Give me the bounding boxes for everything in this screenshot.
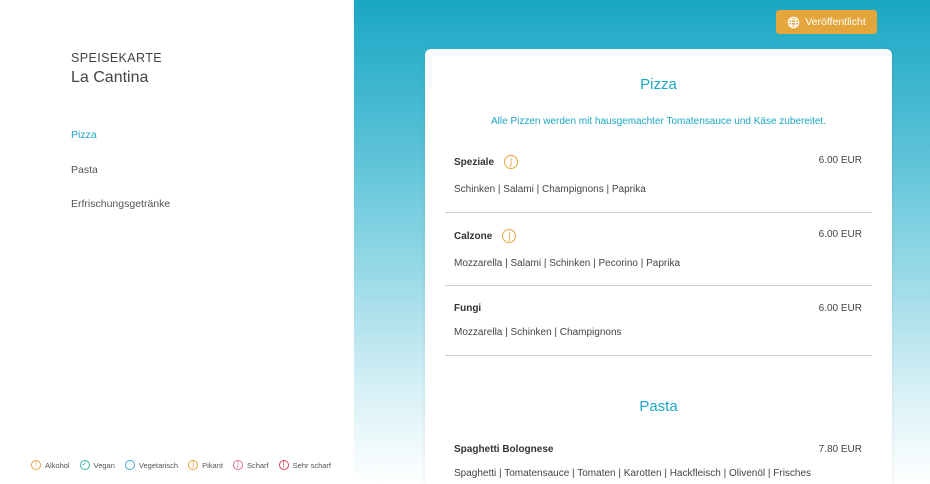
dish-name-row: Speziale ʃ (454, 155, 519, 169)
legend-item-sehr-scharf: ʃ Sehr scharf (278, 460, 331, 470)
pikant-icon: ʃ (188, 460, 199, 470)
dish-name-row: Calzone ʃ (454, 229, 517, 243)
vegan-icon: ✓ (79, 460, 90, 470)
legend-item-vegetarisch: ◌ Vegetarisch (124, 460, 179, 470)
dish-ingredients: Mozzarella | Salami | Schinken | Pecorin… (454, 258, 681, 269)
sehr-scharf-icon: ʃ (278, 460, 289, 470)
section-title: Pasta (639, 398, 678, 415)
divider (445, 285, 872, 286)
dish-name: Calzone (454, 230, 493, 242)
nav-item-pizza[interactable]: Pizza (71, 128, 170, 163)
dish-name: Spaghetti Bolognese (454, 444, 554, 455)
legend-item-alkohol: ! Alkohol (31, 460, 70, 470)
section-title: Pizza (640, 76, 677, 93)
legend-label: Alkohol (45, 460, 70, 470)
publish-button-label: Veröffentlicht (805, 16, 866, 28)
divider (445, 355, 872, 356)
legend-label: Sehr scharf (292, 460, 331, 470)
dish-name-row: Fungi (454, 303, 481, 314)
dish-price: 6.00 EUR (818, 155, 862, 166)
dish-price: 6.00 EUR (818, 303, 862, 314)
section-note: Alle Pizzen werden mit hausgemachter Tom… (490, 116, 826, 127)
nav-item-pasta[interactable]: Pasta (71, 163, 170, 198)
dish-name: Speziale (454, 156, 495, 168)
dish-ingredients: Mozzarella | Schinken | Champignons (454, 327, 622, 338)
divider (445, 212, 872, 213)
menu-card: Pizza Alle Pizzen werden mit hausgemacht… (425, 49, 892, 484)
legend-item-pikant: ʃ Pikant (188, 460, 223, 470)
alcohol-icon: ! (31, 460, 41, 470)
pikant-icon: ʃ (504, 155, 519, 169)
dish-ingredients: Spaghetti | Tomatensauce | Tomaten | Kar… (454, 468, 812, 479)
publish-button[interactable]: Veröffentlicht (776, 10, 877, 34)
globe-icon (787, 16, 800, 28)
dish-name: Fungi (454, 303, 482, 314)
sidebar: SPEISEKARTE La Cantina Pizza Pasta Erfri… (0, 0, 354, 484)
restaurant-name: La Cantina (71, 69, 149, 86)
menu-preview-area: Veröffentlicht Pizza Alle Pizzen werden … (354, 0, 930, 484)
nav-item-erfrischungsgetraenke[interactable]: Erfrischungsgetränke (71, 197, 170, 232)
dish-price: 6.00 EUR (818, 229, 862, 240)
dish-price: 7.80 EUR (818, 444, 862, 455)
dish-ingredients: Schinken | Salami | Champignons | Paprik… (454, 184, 646, 195)
category-nav: Pizza Pasta Erfrischungsgetränke (71, 128, 170, 232)
legend-label: Vegan (93, 460, 115, 470)
scharf-icon: ʃ (232, 460, 243, 470)
legend-label: Vegetarisch (138, 460, 179, 470)
pikant-icon: ʃ (502, 229, 517, 243)
menu-eyebrow: SPEISEKARTE (71, 51, 163, 65)
legend-label: Scharf (246, 460, 269, 470)
dish-name-row: Spaghetti Bolognese (454, 444, 553, 455)
legend: ! Alkohol ✓ Vegan ◌ Vegetarisch ʃ Pikant… (31, 460, 331, 470)
legend-item-scharf: ʃ Scharf (232, 460, 269, 470)
vegetarian-icon: ◌ (124, 460, 135, 470)
legend-label: Pikant (202, 460, 223, 470)
legend-item-vegan: ✓ Vegan (79, 460, 115, 470)
